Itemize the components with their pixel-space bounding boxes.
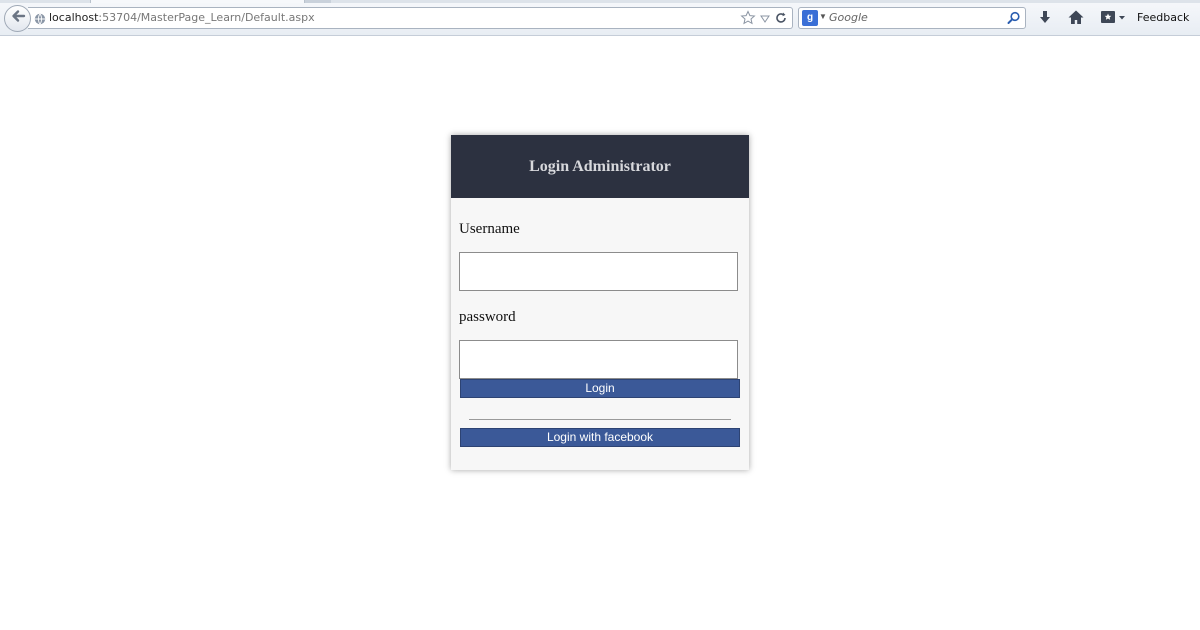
search-placeholder: Google bbox=[829, 11, 868, 24]
dropdown-arrow-icon[interactable] bbox=[759, 12, 771, 30]
login-title: Login Administrator bbox=[529, 157, 671, 175]
active-tab[interactable] bbox=[90, 0, 305, 3]
url-bar[interactable]: localhost:53704/MasterPage_Learn/Default… bbox=[28, 7, 793, 29]
home-icon[interactable] bbox=[1067, 9, 1085, 25]
feedback-button[interactable]: Feedback bbox=[1137, 11, 1189, 24]
login-button[interactable]: Login bbox=[460, 379, 740, 398]
username-input[interactable] bbox=[459, 252, 738, 291]
login-header: Login Administrator bbox=[451, 135, 749, 198]
url-host: localhost bbox=[49, 11, 99, 24]
tab-strip bbox=[0, 0, 1200, 3]
search-bar[interactable]: g ▼ Google bbox=[798, 7, 1026, 29]
password-input[interactable] bbox=[459, 340, 738, 379]
login-panel: Login Administrator Username password Lo… bbox=[451, 135, 749, 470]
new-tab-button[interactable] bbox=[305, 0, 331, 3]
chevron-down-icon[interactable]: ▼ bbox=[819, 12, 827, 21]
magnifier-icon[interactable] bbox=[1007, 11, 1021, 30]
globe-icon[interactable] bbox=[34, 12, 46, 30]
url-bar-icons bbox=[740, 10, 788, 31]
password-label: password bbox=[459, 309, 516, 325]
url-text[interactable]: localhost:53704/MasterPage_Learn/Default… bbox=[49, 11, 315, 24]
username-label: Username bbox=[459, 221, 520, 237]
url-path: :53704/MasterPage_Learn/Default.aspx bbox=[98, 11, 315, 24]
facebook-login-button[interactable]: Login with facebook bbox=[460, 428, 740, 447]
browser-toolbar: localhost:53704/MasterPage_Learn/Default… bbox=[0, 0, 1200, 36]
back-arrow-icon bbox=[10, 8, 26, 29]
reload-icon[interactable] bbox=[774, 11, 788, 30]
toolbar-divider bbox=[0, 36, 1200, 37]
star-icon[interactable] bbox=[740, 10, 756, 31]
divider bbox=[469, 419, 731, 420]
download-arrow-icon[interactable] bbox=[1037, 9, 1053, 25]
back-button[interactable] bbox=[4, 5, 31, 32]
bookmarks-panel-icon[interactable] bbox=[1100, 9, 1126, 25]
search-engine-icon[interactable]: g bbox=[802, 10, 818, 26]
